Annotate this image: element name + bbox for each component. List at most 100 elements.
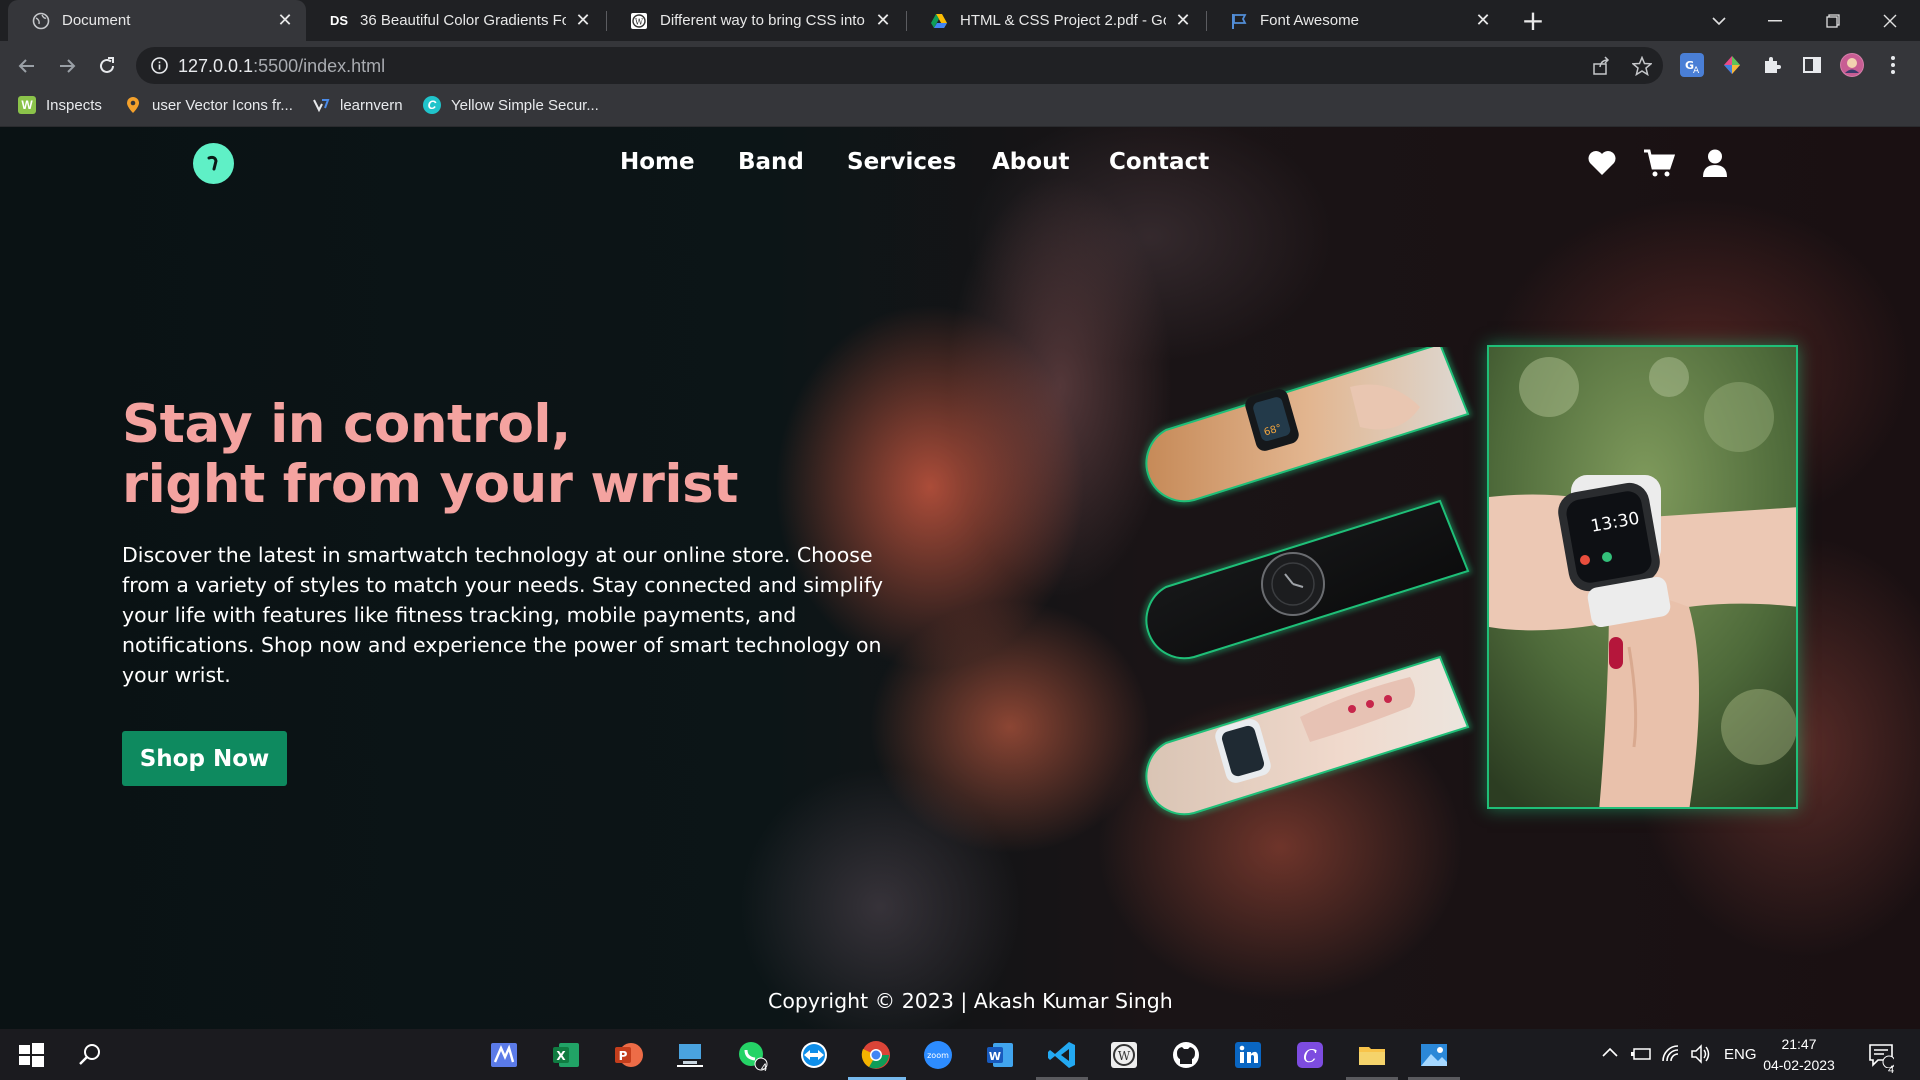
search-icon[interactable] (74, 1039, 106, 1071)
zoom-icon[interactable]: zoom (922, 1039, 954, 1071)
url-host: 127.0.0.1 (178, 56, 254, 76)
chrome-icon[interactable] (860, 1039, 892, 1071)
linkedin-icon[interactable] (1232, 1039, 1264, 1071)
bookmark-yellow-simple-security[interactable]: C Yellow Simple Secur... (423, 96, 599, 114)
close-tab-icon[interactable]: ✕ (1474, 10, 1492, 30)
new-tab-button[interactable]: + (1519, 7, 1547, 35)
profile-avatar[interactable] (1840, 53, 1864, 77)
reload-button[interactable] (92, 51, 122, 81)
system-clock[interactable]: 21:47 04-02-2023 (1759, 1034, 1839, 1076)
location-pin-icon (124, 96, 142, 114)
close-tab-icon[interactable]: ✕ (874, 10, 892, 30)
tab-document[interactable]: Document ✕ (8, 0, 306, 41)
bookmark-label: Inspects (46, 96, 102, 114)
tray-chevron-up-icon[interactable] (1600, 1043, 1620, 1063)
windows-taskbar: X P 4 zoom W W C ENG 21:47 04-02-2023 4 (0, 1029, 1920, 1080)
svg-text:W: W (989, 1050, 1001, 1063)
tab-search-chevron-icon[interactable] (1691, 0, 1747, 41)
close-tab-icon[interactable]: ✕ (276, 10, 294, 30)
nav-band[interactable]: Band (738, 149, 804, 175)
browser-toolbar: 127.0.0.1:5500/index.html GA (0, 41, 1920, 90)
browser-tab-strip: Document ✕ DS 36 Beautiful Color Gradien… (0, 0, 1920, 41)
cart-icon[interactable] (1643, 148, 1675, 178)
headline-line-1: Stay in control, (122, 394, 571, 455)
translate-extension-icon[interactable]: GA (1680, 53, 1704, 77)
clock-time: 21:47 (1781, 1036, 1817, 1052)
excel-icon[interactable]: X (550, 1039, 582, 1071)
tab-font-awesome[interactable]: Font Awesome ✕ (1206, 0, 1504, 41)
url-path: :5500/index.html (253, 56, 386, 76)
clock-date: 04-02-2023 (1763, 1057, 1835, 1073)
svg-text:W: W (635, 17, 644, 26)
page-viewport: Home Band Services About Contact Stay in… (0, 127, 1920, 1029)
wifi-icon[interactable] (1660, 1043, 1682, 1065)
minimize-window-button[interactable] (1747, 0, 1803, 41)
nav-contact[interactable]: Contact (1109, 149, 1209, 175)
word-icon[interactable]: W (984, 1039, 1016, 1071)
nav-services[interactable]: Services (847, 149, 956, 175)
inspects-icon: W (18, 96, 36, 114)
svg-text:A: A (1693, 66, 1700, 76)
forward-button[interactable] (52, 51, 82, 81)
bookmark-inspects[interactable]: W Inspects (18, 96, 102, 114)
nav-about[interactable]: About (992, 149, 1069, 175)
site-info-icon[interactable] (150, 56, 169, 75)
powerpoint-icon[interactable]: P (612, 1039, 644, 1071)
github-icon[interactable] (1170, 1039, 1202, 1071)
bookmark-user-vector-icons[interactable]: user Vector Icons fr... (124, 96, 293, 114)
watch-strip-3[interactable] (1143, 653, 1472, 818)
back-button[interactable] (12, 51, 42, 81)
hero-headline: Stay in control, right from your wrist (122, 395, 738, 515)
watch-strip-2[interactable] (1143, 497, 1472, 662)
bookmarks-bar: W Inspects user Vector Icons fr... learn… (0, 90, 1920, 127)
language-indicator[interactable]: ENG (1724, 1046, 1757, 1063)
remote-desktop-icon[interactable] (674, 1039, 706, 1071)
file-explorer-icon[interactable] (1356, 1039, 1388, 1071)
windows-start-icon[interactable] (14, 1039, 48, 1071)
battery-icon[interactable] (1630, 1043, 1652, 1065)
url-text[interactable]: 127.0.0.1:5500/index.html (178, 56, 385, 77)
volume-icon[interactable] (1690, 1043, 1712, 1065)
site-logo-icon[interactable] (193, 143, 234, 184)
watch-strip-1[interactable]: 68° (1143, 347, 1472, 505)
headline-line-2: right from your wrist (122, 454, 738, 515)
bookmark-label: Yellow Simple Secur... (451, 96, 599, 114)
photos-icon[interactable] (1418, 1039, 1450, 1071)
heart-icon[interactable] (1587, 148, 1617, 178)
restore-window-button[interactable] (1805, 0, 1861, 41)
user-icon[interactable] (1700, 148, 1730, 178)
teamviewer-icon[interactable] (798, 1039, 830, 1071)
tab-google-drive-pdf[interactable]: HTML & CSS Project 2.pdf - Goog ✕ (906, 0, 1204, 41)
address-bar[interactable]: 127.0.0.1:5500/index.html (136, 47, 1663, 84)
canva-icon: C (423, 96, 441, 114)
bookmark-star-icon[interactable] (1632, 56, 1652, 76)
svg-text:W: W (1118, 1049, 1131, 1063)
wordpress-app-icon[interactable]: W (1108, 1039, 1140, 1071)
vscode-icon[interactable] (1046, 1039, 1078, 1071)
bookmark-label: user Vector Icons fr... (152, 96, 293, 114)
canva-app-icon[interactable]: C (1294, 1039, 1326, 1071)
featured-watch-photo[interactable]: 13:30 (1487, 345, 1798, 809)
app-m-icon[interactable] (488, 1039, 520, 1071)
extensions-puzzle-icon[interactable] (1760, 53, 1784, 77)
close-tab-icon[interactable]: ✕ (574, 10, 592, 30)
tab-color-gradients[interactable]: DS 36 Beautiful Color Gradients For Y ✕ (306, 0, 604, 41)
close-window-button[interactable] (1862, 0, 1918, 41)
globe-icon (32, 12, 50, 30)
color-picker-extension-icon[interactable] (1720, 53, 1744, 77)
side-panel-icon[interactable] (1800, 53, 1824, 77)
tab-title: 36 Beautiful Color Gradients For Y (360, 12, 566, 29)
shop-now-button[interactable]: Shop Now (122, 731, 287, 786)
flag-icon (1230, 12, 1248, 30)
wordpress-icon: W (630, 12, 648, 30)
notification-badge: 4 (1887, 1064, 1895, 1076)
nav-home[interactable]: Home (620, 149, 695, 175)
close-tab-icon[interactable]: ✕ (1174, 10, 1192, 30)
tab-css-ways[interactable]: W Different way to bring CSS into th ✕ (606, 0, 904, 41)
chrome-menu-icon[interactable] (1881, 53, 1905, 77)
share-icon[interactable] (1591, 56, 1611, 76)
tab-title: HTML & CSS Project 2.pdf - Goog (960, 12, 1166, 29)
tab-title: Font Awesome (1260, 12, 1359, 29)
bookmark-learnvern[interactable]: learnvern (312, 96, 403, 114)
svg-text:zoom: zoom (927, 1051, 949, 1060)
